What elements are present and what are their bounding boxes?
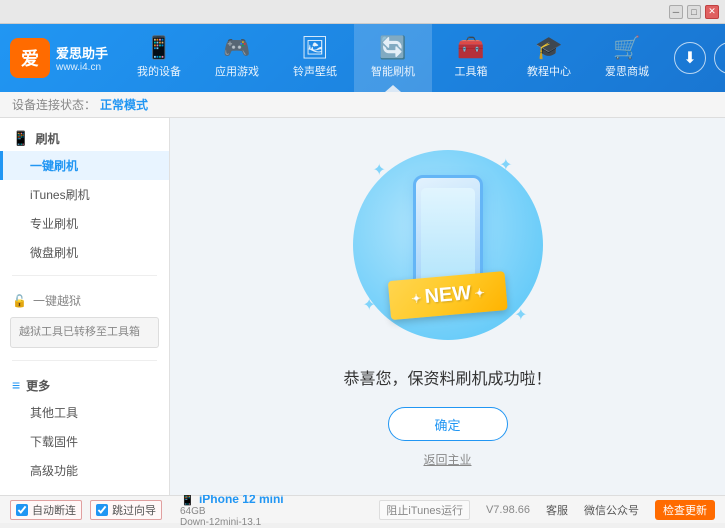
phone-screen <box>421 188 475 284</box>
nav-label-smart-flash: 智能刷机 <box>371 63 415 79</box>
check-update-button[interactable]: 检查更新 <box>655 500 715 520</box>
return-link[interactable]: 返回主业 <box>423 451 471 468</box>
status-label: 设备连接状态： <box>12 96 96 113</box>
maximize-button[interactable]: □ <box>687 5 701 19</box>
header-actions: ⬇ 👤 <box>674 42 725 74</box>
phone-illustration: ✦ ✦ ✦ ✦ NEW <box>348 145 548 345</box>
nav-icon-wallpaper: 🖼 <box>301 37 329 59</box>
header: 爱 爱思助手 www.i4.cn 📱 我的设备 🎮 应用游戏 🖼 铃声壁纸 🔄 … <box>0 24 725 92</box>
sidebar-item-one-key-flash[interactable]: 一键刷机 <box>0 151 169 180</box>
nav-item-app-games[interactable]: 🎮 应用游戏 <box>198 24 276 92</box>
jailbreak-section-label: 一键越狱 <box>33 292 81 309</box>
bottom-right: 阻止iTunes运行 V7.98.66 客服 微信公众号 检查更新 <box>379 500 715 520</box>
wechat-official-link[interactable]: 微信公众号 <box>584 502 639 518</box>
nav-label-my-device: 我的设备 <box>137 63 181 79</box>
sidebar-item-pro-flash[interactable]: 专业刷机 <box>0 209 169 238</box>
flash-section-icon: 📱 <box>12 130 29 147</box>
close-button[interactable]: ✕ <box>705 5 719 19</box>
sidebar-section-header-more: ≡ 更多 <box>0 373 169 398</box>
nav-item-my-device[interactable]: 📱 我的设备 <box>120 24 198 92</box>
sidebar-item-download-firmware[interactable]: 下载固件 <box>0 427 169 456</box>
logo-icon: 爱 <box>10 38 50 78</box>
logo-area: 爱 爱思助手 www.i4.cn <box>10 38 120 78</box>
success-message: 恭喜您，保资料刷机成功啦！ <box>343 365 551 389</box>
download-button[interactable]: ⬇ <box>674 42 706 74</box>
nav-icon-smart-flash: 🔄 <box>379 37 406 59</box>
sidebar-divider-1 <box>12 275 157 276</box>
sidebar-item-downgrade-flash[interactable]: 微盘刷机 <box>0 238 169 267</box>
nav-item-smart-flash[interactable]: 🔄 智能刷机 <box>354 24 432 92</box>
nav-item-wallpaper[interactable]: 🖼 铃声壁纸 <box>276 24 354 92</box>
skip-wizard-text: 跳过向导 <box>112 502 156 518</box>
profile-button[interactable]: 👤 <box>714 42 725 74</box>
sparkle-1: ✦ <box>373 160 386 180</box>
nav-label-store: 爱思商城 <box>605 63 649 79</box>
skip-wizard-checkbox[interactable] <box>96 504 108 516</box>
bottom-left: 自动断连 跳过向导 📱 iPhone 12 mini 64GB Down-12m… <box>10 492 379 528</box>
nav-icon-store: 🛒 <box>613 37 640 59</box>
content-area: ✦ ✦ ✦ ✦ NEW 恭喜您，保资料刷机成功啦！ 确定 返回主业 <box>170 118 725 495</box>
sidebar-divider-2 <box>12 360 157 361</box>
sidebar-section-flash: 📱 刷机 一键刷机 iTunes刷机 专业刷机 微盘刷机 <box>0 118 169 271</box>
sidebar: 📱 刷机 一键刷机 iTunes刷机 专业刷机 微盘刷机 🔓 一键越狱 越狱工具… <box>0 118 170 495</box>
sidebar-item-advanced[interactable]: 高级功能 <box>0 456 169 485</box>
sidebar-section-more: ≡ 更多 其他工具 下载固件 高级功能 <box>0 365 169 489</box>
nav-item-tutorial[interactable]: 🎓 教程中心 <box>510 24 588 92</box>
device-storage: 64GB <box>180 506 284 517</box>
jailbreak-notice: 越狱工具已转移至工具箱 <box>10 317 159 348</box>
statusbar: 设备连接状态： 正常模式 <box>0 92 725 118</box>
main-area: 📱 刷机 一键刷机 iTunes刷机 专业刷机 微盘刷机 🔓 一键越狱 越狱工具… <box>0 118 725 495</box>
minimize-button[interactable]: ─ <box>669 5 683 19</box>
nav-label-tutorial: 教程中心 <box>527 63 571 79</box>
auto-close-text: 自动断连 <box>32 502 76 518</box>
bottombar: 自动断连 跳过向导 📱 iPhone 12 mini 64GB Down-12m… <box>0 495 725 523</box>
brand-site: www.i4.cn <box>56 62 108 73</box>
nav-item-store[interactable]: 🛒 爱思商城 <box>588 24 666 92</box>
brand-name: 爱思助手 <box>56 43 108 62</box>
sidebar-section-header-flash: 📱 刷机 <box>0 126 169 151</box>
nav-icon-tutorial: 🎓 <box>535 37 562 59</box>
logo-text: 爱思助手 www.i4.cn <box>56 43 108 73</box>
auto-close-label[interactable]: 自动断连 <box>10 500 82 520</box>
nav-items: 📱 我的设备 🎮 应用游戏 🖼 铃声壁纸 🔄 智能刷机 🧰 工具箱 🎓 教程中心… <box>120 24 666 92</box>
nav-item-toolbox[interactable]: 🧰 工具箱 <box>432 24 510 92</box>
nav-icon-toolbox: 🧰 <box>457 37 484 59</box>
confirm-button[interactable]: 确定 <box>388 407 508 441</box>
flash-section-label: 刷机 <box>35 130 59 147</box>
nav-label-wallpaper: 铃声壁纸 <box>293 63 337 79</box>
customer-service-link[interactable]: 客服 <box>546 502 568 518</box>
more-section-icon: ≡ <box>12 377 20 393</box>
version-label: V7.98.66 <box>486 504 530 516</box>
nav-icon-my-device: 📱 <box>145 37 172 59</box>
sidebar-section-jailbreak: 🔓 一键越狱 越狱工具已转移至工具箱 <box>0 280 169 356</box>
sidebar-item-itunes-flash[interactable]: iTunes刷机 <box>0 180 169 209</box>
device-info: 📱 iPhone 12 mini 64GB Down-12mini-13.1 <box>180 492 284 528</box>
nav-label-app-games: 应用游戏 <box>215 63 259 79</box>
sparkle-3: ✦ <box>363 295 376 315</box>
stop-itunes-button[interactable]: 阻止iTunes运行 <box>379 500 470 520</box>
nav-icon-app-games: 🎮 <box>223 37 250 59</box>
auto-close-checkbox[interactable] <box>16 504 28 516</box>
sidebar-item-other-tools[interactable]: 其他工具 <box>0 398 169 427</box>
jailbreak-section-icon: 🔓 <box>12 294 27 308</box>
more-section-label: 更多 <box>26 377 50 394</box>
skip-wizard-label[interactable]: 跳过向导 <box>90 500 162 520</box>
nav-label-toolbox: 工具箱 <box>455 63 488 79</box>
sparkle-2: ✦ <box>499 155 512 175</box>
titlebar: ─ □ ✕ <box>0 0 725 24</box>
sparkle-4: ✦ <box>514 305 527 325</box>
device-firmware: Down-12mini-13.1 <box>180 517 284 528</box>
status-value: 正常模式 <box>100 96 148 113</box>
sidebar-section-header-jailbreak: 🔓 一键越狱 <box>0 288 169 313</box>
